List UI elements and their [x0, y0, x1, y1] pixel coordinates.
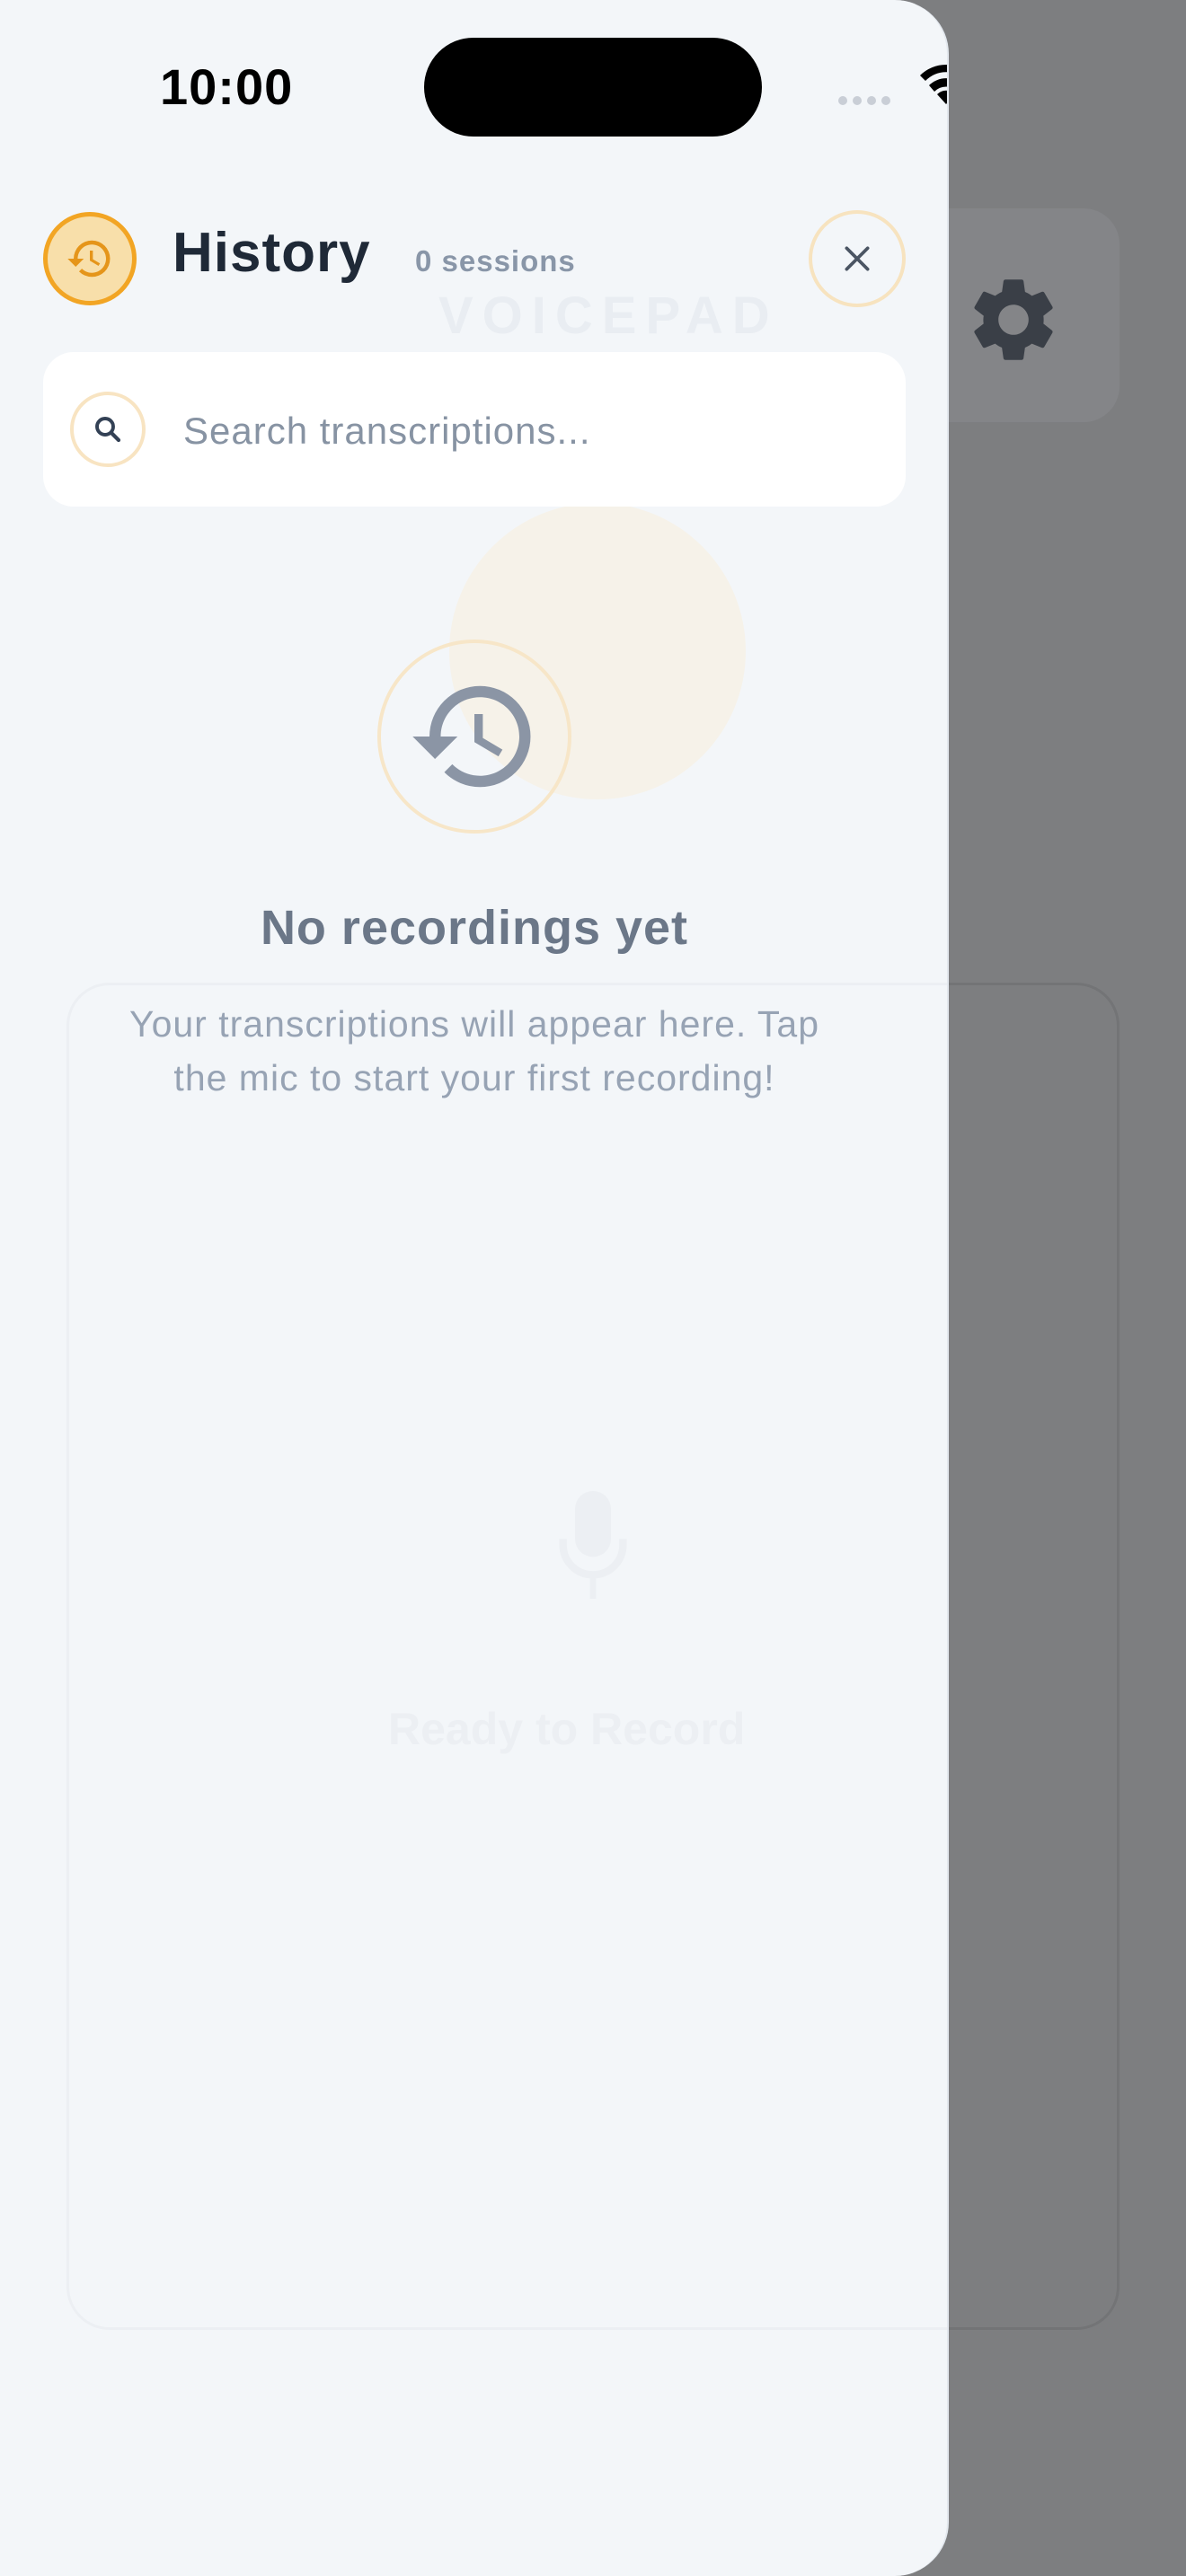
history-badge	[43, 212, 137, 305]
history-drawer: VOICEPAD Ready to Record 10:00 History 0…	[0, 0, 949, 2576]
page-title: History	[173, 222, 371, 284]
background-ready-text: Ready to Record	[388, 1704, 746, 1754]
wifi-icon	[920, 65, 947, 104]
close-button[interactable]	[809, 210, 906, 307]
search-input[interactable]	[181, 395, 877, 467]
close-icon	[845, 246, 870, 271]
gear-icon[interactable]	[963, 269, 1064, 370]
history-icon	[67, 240, 111, 278]
status-time: 10:00	[160, 58, 294, 115]
search-icon	[95, 417, 121, 443]
background-logo-text: VOICEPAD	[438, 287, 779, 345]
mic-icon	[559, 1491, 627, 1599]
background-card-outline	[66, 983, 947, 2330]
status-icons	[838, 65, 947, 105]
session-count: 0 sessions	[415, 244, 576, 278]
search-bar	[43, 352, 906, 507]
signal-icon	[838, 96, 890, 105]
history-icon	[412, 685, 531, 788]
search-icon-wrapper	[70, 392, 146, 467]
empty-state-description: Your transcriptions will appear here. Ta…	[128, 1003, 820, 1098]
dynamic-island	[424, 38, 762, 137]
empty-state-title: No recordings yet	[260, 901, 689, 955]
empty-state-icon	[377, 640, 571, 834]
